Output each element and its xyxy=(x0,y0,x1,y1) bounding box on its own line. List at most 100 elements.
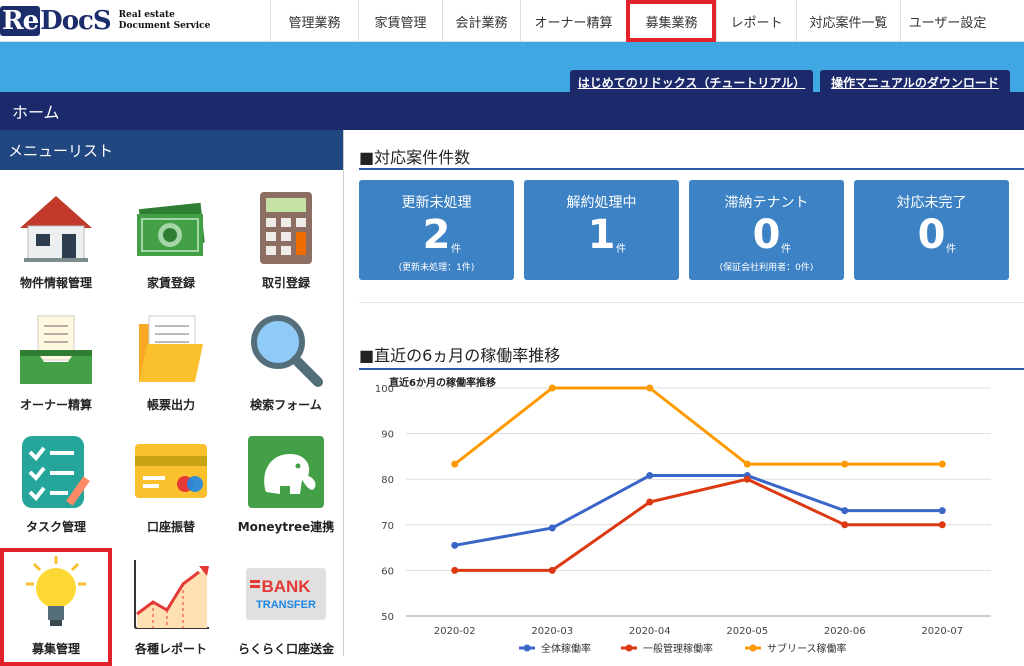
card-title: 更新未処理 xyxy=(401,195,472,211)
data-point xyxy=(451,566,459,574)
nav-item-3[interactable]: 会計業務 xyxy=(442,0,520,42)
y-tick-label: 80 xyxy=(381,475,394,486)
menu-item-label: オーナー精算 xyxy=(19,398,92,412)
data-point xyxy=(646,384,654,392)
data-point xyxy=(451,460,459,468)
logo-subtitle: Real estate Document Service xyxy=(118,10,211,31)
main-nav: 管理業務 家賃管理 会計業務 オーナー精算 募集業務 レポート 対応案件一覧 ユーザー設定 xyxy=(270,0,994,42)
y-tick-label: 90 xyxy=(381,430,394,441)
menu-item-label: 帳票出力 xyxy=(146,398,195,412)
main-content: ■対応案件件数 更新未処理 2 件 (更新未処理：1件) 解約処理中 1 件滞納テナント 0 件… xyxy=(345,130,1024,656)
card-unit: 件 xyxy=(616,244,626,255)
menu-item-3[interactable]: 取引登録 xyxy=(230,182,342,300)
x-tick-label: 2020-04 xyxy=(629,626,671,637)
data-point xyxy=(548,566,556,574)
svg-text:BANK: BANK xyxy=(261,577,311,596)
card-title: 対応未完了 xyxy=(896,195,967,211)
x-tick-label: 2020-05 xyxy=(726,626,768,637)
menu-item-4[interactable]: オーナー精算 xyxy=(0,304,112,422)
x-tick-label: 2020-06 xyxy=(824,626,866,637)
menu-item-8[interactable]: 口座振替 xyxy=(115,426,227,544)
growth-chart-icon xyxy=(131,554,211,634)
app-logo[interactable]: ReDocS Real estate Document Service xyxy=(0,4,210,38)
y-tick-label: 60 xyxy=(381,566,394,577)
menu-item-label: タスク管理 xyxy=(25,520,86,534)
nav-item-2[interactable]: 家賃管理 xyxy=(358,0,442,42)
card-count: 1 xyxy=(587,212,616,258)
section-divider xyxy=(359,302,1024,303)
data-point xyxy=(646,472,654,480)
nav-item-8[interactable]: ユーザー設定 xyxy=(900,0,994,42)
occupancy-chart: 直近6か月の稼働率推移 50 60 70 80 90 100 2020-02 2020-03 20… xyxy=(375,376,991,655)
logo-mark: ReDocS xyxy=(0,6,112,36)
sidebar: メニューリスト 物件情報管理 家賃登録 取引登録オーナー精算 帳票出力 検索フォームタス… xyxy=(0,130,344,666)
y-tick-label: 100 xyxy=(375,384,394,395)
card-subtext: (更新未処理：1件) xyxy=(398,263,475,273)
data-point xyxy=(743,475,751,483)
page-title-bar: ホーム xyxy=(0,92,1024,130)
data-point xyxy=(548,384,556,392)
card-unit: 件 xyxy=(946,244,956,255)
manual-download-link[interactable]: 操作マニュアルのダウンロード xyxy=(820,70,1010,94)
menu-item-label: らくらく口座送金 xyxy=(237,642,334,656)
menu-item-5[interactable]: 帳票出力 xyxy=(115,304,227,422)
data-point xyxy=(841,507,849,515)
data-point xyxy=(938,521,946,529)
money-icon xyxy=(131,188,211,268)
calculator-icon xyxy=(246,188,326,268)
inbox-tray-icon xyxy=(16,310,96,390)
card-count: 0 xyxy=(917,212,946,258)
sidebar-title: メニューリスト xyxy=(0,130,343,170)
menu-item-6[interactable]: 検索フォーム xyxy=(230,304,342,422)
nav-item-7[interactable]: 対応案件一覧 xyxy=(796,0,900,42)
menu-item-label: 家賃登録 xyxy=(146,276,195,290)
nav-item-6[interactable]: レポート xyxy=(716,0,796,42)
data-point xyxy=(451,541,459,549)
legend-label: 一般管理稼働率 xyxy=(643,642,713,655)
menu-item-9[interactable]: Moneytree連携 xyxy=(230,426,342,544)
nav-item-4[interactable]: オーナー精算 xyxy=(520,0,626,42)
svg-text:TRANSFER: TRANSFER xyxy=(256,599,316,611)
menu-item-label: 口座振替 xyxy=(146,520,195,534)
data-point xyxy=(646,498,654,506)
series-line-1 xyxy=(454,474,943,547)
data-point xyxy=(938,507,946,515)
data-point xyxy=(743,460,751,468)
case-count-card[interactable]: 更新未処理 2 件 (更新未処理：1件) xyxy=(359,180,514,280)
nav-item-5[interactable]: 募集業務 xyxy=(626,0,716,42)
menu-item-10[interactable]: 募集管理 xyxy=(0,548,112,666)
card-unit: 件 xyxy=(451,244,461,255)
card-count: 2 xyxy=(422,212,451,258)
house-icon xyxy=(16,188,96,268)
card-subtext: (保証会社利用者：0件) xyxy=(719,263,814,273)
menu-item-label: 物件情報管理 xyxy=(19,276,92,290)
menu-item-label: 各種レポート xyxy=(134,642,207,656)
magnifier-icon xyxy=(246,310,326,390)
menu-item-11[interactable]: 各種レポート xyxy=(115,548,227,666)
menu-item-7[interactable]: タスク管理 xyxy=(0,426,112,544)
menu-item-label: 募集管理 xyxy=(31,642,80,656)
x-tick-label: 2020-03 xyxy=(531,626,573,637)
case-count-card[interactable]: 解約処理中 1 件 xyxy=(524,180,679,280)
case-count-card[interactable]: 滞納テナント 0 件 (保証会社利用者：0件) xyxy=(689,180,844,280)
legend-label: サブリース稼働率 xyxy=(767,642,847,655)
data-point xyxy=(938,460,946,468)
legend-label: 全体稼働率 xyxy=(541,642,591,655)
legend-marker xyxy=(523,644,531,652)
tutorial-link[interactable]: はじめてのリドックス（チュートリアル） xyxy=(570,70,813,94)
menu-item-1[interactable]: 物件情報管理 xyxy=(0,182,112,300)
nav-item-1[interactable]: 管理業務 xyxy=(270,0,358,42)
menu-item-label: 検索フォーム xyxy=(250,398,322,412)
folder-icon xyxy=(131,310,211,390)
menu-item-12[interactable]: BANK TRANSFER らくらく口座送金 xyxy=(230,548,342,666)
menu-item-label: 取引登録 xyxy=(261,276,310,290)
y-tick-label: 70 xyxy=(381,521,394,532)
x-tick-label: 2020-02 xyxy=(434,626,476,637)
chart-title: 直近6か月の稼働率推移 xyxy=(389,376,496,389)
card-count: 0 xyxy=(752,212,781,258)
x-tick-label: 2020-07 xyxy=(921,626,963,637)
case-count-card[interactable]: 対応未完了 0 件 xyxy=(854,180,1009,280)
menu-item-label: Moneytree連携 xyxy=(237,520,335,534)
cases-title-underline xyxy=(359,168,1024,170)
menu-item-2[interactable]: 家賃登録 xyxy=(115,182,227,300)
